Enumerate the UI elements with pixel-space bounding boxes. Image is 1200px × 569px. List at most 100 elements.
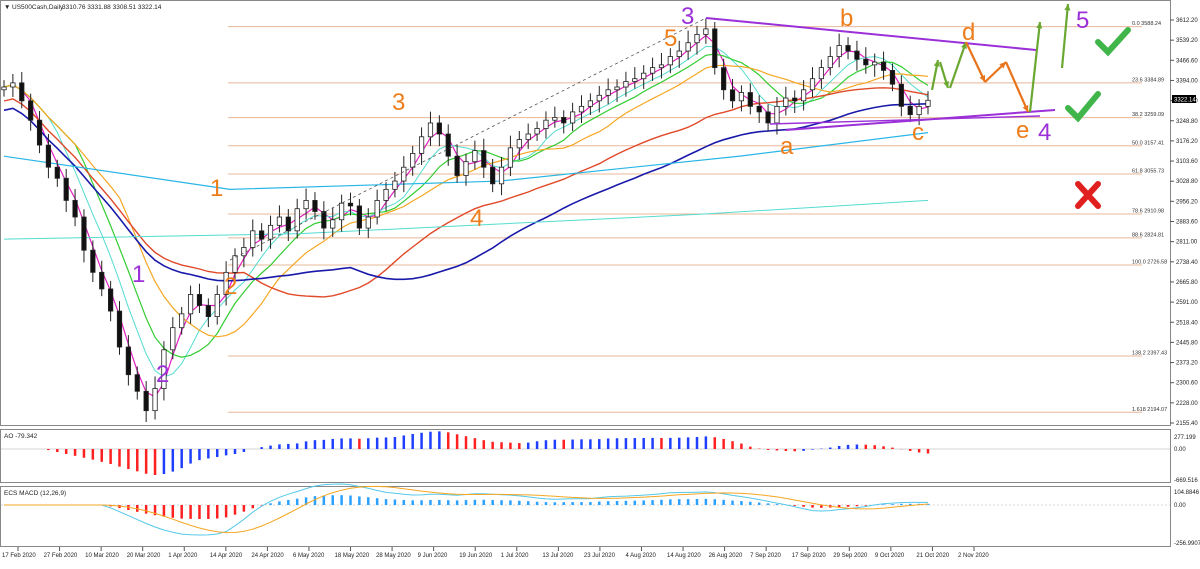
candle-down bbox=[19, 82, 25, 102]
price-tick-label: 2883.60 bbox=[1176, 220, 1198, 226]
candle-up bbox=[836, 45, 842, 57]
candle-down bbox=[72, 200, 78, 218]
candle-up bbox=[552, 117, 558, 121]
candle-down bbox=[36, 119, 43, 146]
time-tick-label: 13 Jul 2020 bbox=[542, 553, 574, 559]
macd-signal-line bbox=[4, 485, 929, 534]
candle-up bbox=[276, 216, 283, 226]
main-panel-frame bbox=[0, 0, 1171, 426]
price-tick-label: 3394.00 bbox=[1176, 78, 1198, 84]
time-tick-label: 23 Jul 2020 bbox=[584, 553, 616, 559]
macd-label: ECS MACD (12,26,9) bbox=[4, 490, 66, 497]
candle-up bbox=[658, 64, 665, 69]
candle-down bbox=[90, 249, 96, 273]
candle-up bbox=[401, 166, 407, 182]
candle-down bbox=[356, 205, 362, 229]
fib-level-label: 0.0 3588.24 bbox=[1132, 21, 1161, 27]
time-tick-label: 7 Sep 2020 bbox=[750, 553, 781, 559]
moving-averages bbox=[3, 34, 929, 398]
time-tick-label: 17 Sep 2020 bbox=[792, 553, 827, 559]
price-tick-label: 2591.00 bbox=[1176, 300, 1198, 306]
forecast-arrow bbox=[1060, 3, 1070, 69]
candle-down bbox=[81, 216, 87, 251]
candle-down bbox=[347, 202, 354, 207]
price-tick-label: 3103.60 bbox=[1176, 159, 1198, 165]
candle-up bbox=[250, 230, 256, 248]
candle-down bbox=[125, 346, 131, 376]
time-tick-label: 17 Feb 2020 bbox=[2, 553, 36, 559]
candle-up bbox=[925, 99, 931, 107]
ma-teal-line bbox=[3, 45, 929, 378]
wave-label: 4 bbox=[470, 205, 483, 232]
price-axis: 3612.203539.203466.603394.003321.403248.… bbox=[1170, 18, 1198, 427]
time-tick-label: 14 Aug 2020 bbox=[667, 553, 701, 559]
ao-tick-label: -669.516 bbox=[1174, 478, 1198, 484]
forecast-arrow bbox=[1004, 61, 1030, 113]
macd-panel-frame bbox=[0, 486, 1171, 547]
fib-level-label: 1.618 2194.07 bbox=[1132, 407, 1167, 413]
candle-up bbox=[472, 150, 478, 163]
ma-green-line bbox=[3, 53, 929, 358]
price-tick-label: 2445.80 bbox=[1176, 340, 1198, 346]
candle-up bbox=[587, 100, 593, 107]
price-chart[interactable]: 0.0 3588.24 23.6 3384.89 38.2 3259.09 50.0 … bbox=[0, 0, 1200, 564]
time-tick-label: 10 Mar 2020 bbox=[85, 553, 119, 559]
candlesticks bbox=[1, 18, 931, 423]
time-tick-label: 14 Apr 2020 bbox=[210, 553, 243, 559]
candle-up bbox=[649, 67, 656, 74]
candle-up bbox=[427, 122, 434, 138]
candle-down bbox=[143, 390, 149, 412]
wave-label: 2 bbox=[224, 273, 237, 300]
fib-level-label: 38.2 3259.09 bbox=[1132, 112, 1164, 118]
candle-down bbox=[490, 166, 496, 185]
price-tick-label: 3176.20 bbox=[1176, 139, 1198, 145]
candle-up bbox=[534, 128, 540, 135]
price-tick-label: 2228.00 bbox=[1176, 401, 1198, 407]
candle-down bbox=[454, 155, 460, 176]
time-tick-label: 20 Mar 2020 bbox=[127, 553, 161, 559]
candle-up bbox=[641, 72, 647, 80]
candle-down bbox=[205, 305, 211, 318]
candle-up bbox=[463, 161, 469, 176]
candle-up bbox=[738, 92, 745, 102]
candle-up bbox=[596, 94, 602, 102]
candle-down bbox=[259, 230, 265, 240]
candle-down bbox=[561, 117, 567, 124]
candle-up bbox=[916, 105, 922, 116]
fib-level-label: 61.8 3055.73 bbox=[1132, 168, 1164, 174]
fib-level-label: 50.0 3157.41 bbox=[1132, 140, 1164, 146]
time-tick-label: 27 Feb 2020 bbox=[44, 553, 78, 559]
candle-up bbox=[241, 247, 247, 257]
chart-symbol: US500Cash,Daily bbox=[12, 4, 64, 11]
time-tick-label: 26 Aug 2020 bbox=[709, 553, 743, 559]
wave-label: 4 bbox=[1038, 119, 1051, 146]
candle-up bbox=[294, 208, 300, 232]
check-mark-icon bbox=[1095, 27, 1131, 57]
macd-line bbox=[4, 483, 928, 536]
candle-up bbox=[10, 82, 16, 88]
candle-up bbox=[774, 105, 780, 124]
wave-label: b bbox=[840, 5, 853, 32]
wave-label: 5 bbox=[1076, 7, 1089, 34]
chart-window: 0.0 3588.24 23.6 3384.89 38.2 3259.09 50.0 … bbox=[0, 0, 1200, 564]
wave-label: 2 bbox=[156, 361, 169, 388]
candle-up bbox=[783, 97, 789, 107]
ma-fast-line bbox=[3, 34, 929, 398]
forecast-arrow bbox=[1028, 21, 1042, 113]
time-tick-label: 21 Oct 2020 bbox=[916, 553, 949, 559]
check-mark-icon bbox=[1065, 91, 1101, 123]
candle-up bbox=[623, 81, 629, 88]
wave-label: a bbox=[780, 133, 794, 160]
fib-level-label: 100.0 2726.58 bbox=[1132, 259, 1167, 265]
forecast-arrow-head bbox=[1064, 4, 1071, 11]
wedge-upper-line bbox=[705, 17, 1037, 51]
time-tick-label: 9 Oct 2020 bbox=[875, 553, 905, 559]
price-tick-label: 2811.00 bbox=[1176, 240, 1198, 246]
candle-up bbox=[179, 313, 185, 329]
time-tick-label: 29 Sep 2020 bbox=[833, 553, 868, 559]
candle-up bbox=[694, 34, 700, 44]
wave-label: c bbox=[912, 119, 924, 146]
candle-up bbox=[676, 50, 682, 57]
candle-down bbox=[854, 50, 860, 60]
candle-up bbox=[685, 42, 691, 52]
